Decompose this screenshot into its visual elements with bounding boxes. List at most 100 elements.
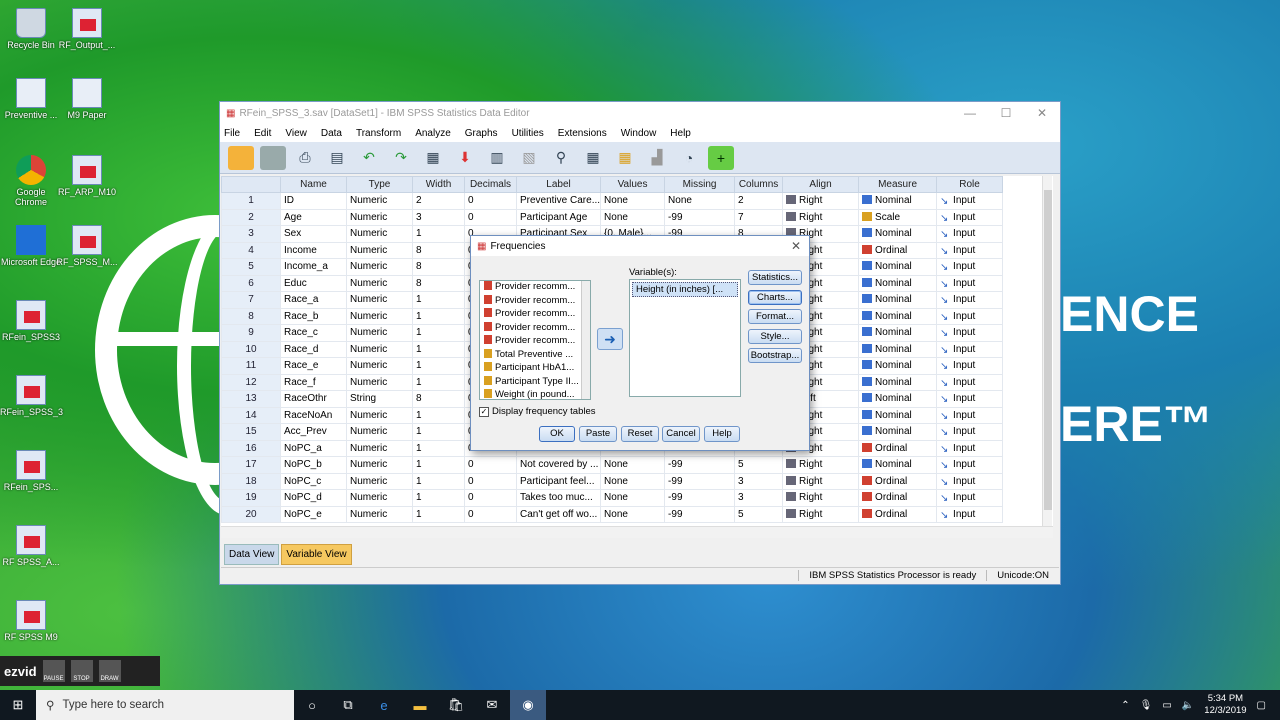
column-header-role[interactable]: Role bbox=[936, 176, 1004, 193]
desktop-icon-grid[interactable]: RF_ARP_M10 bbox=[56, 155, 118, 197]
cell[interactable]: Numeric bbox=[346, 505, 413, 523]
tab-variable-view[interactable]: Variable View bbox=[281, 544, 352, 565]
desktop-icon-bin[interactable]: Recycle Bin bbox=[0, 8, 62, 50]
source-list-item[interactable]: Provider recomm... bbox=[480, 321, 590, 336]
cell[interactable]: Educ bbox=[280, 274, 347, 292]
recall-dialog-icon[interactable]: ▤ bbox=[324, 146, 350, 170]
cell[interactable]: 1 bbox=[412, 472, 465, 490]
cell[interactable]: Numeric bbox=[346, 258, 413, 276]
desktop-icon-grid[interactable]: RF SPSS_A... bbox=[0, 525, 62, 567]
source-list-item[interactable]: Weight (in pound... bbox=[480, 389, 590, 403]
checkbox-check-icon[interactable]: ✓ bbox=[479, 406, 489, 417]
cell[interactable]: ↘ Input bbox=[936, 472, 1004, 490]
cell[interactable]: 0 bbox=[464, 472, 517, 490]
cell[interactable]: Numeric bbox=[346, 472, 413, 490]
cell[interactable]: Nominal bbox=[858, 291, 938, 309]
charts-button[interactable]: Charts... bbox=[748, 289, 802, 305]
cell[interactable]: Race_b bbox=[280, 307, 347, 325]
cell[interactable]: 0 bbox=[464, 456, 517, 474]
desktop-icon-grid[interactable]: RF SPSS M9 bbox=[0, 600, 62, 642]
column-header-decimals[interactable]: Decimals bbox=[464, 176, 517, 193]
desktop-icon-doc[interactable]: M9 Paper bbox=[56, 78, 118, 120]
row-number[interactable]: 19 bbox=[221, 489, 281, 507]
cell[interactable]: None bbox=[600, 456, 666, 474]
cell[interactable]: -99 bbox=[664, 208, 736, 226]
selected-variable-list[interactable]: Height (in inches) [... bbox=[629, 279, 741, 397]
paste-button[interactable]: Paste bbox=[579, 426, 617, 442]
column-header-label[interactable]: Label bbox=[515, 176, 602, 193]
menu-file[interactable]: File bbox=[224, 128, 240, 139]
source-list-item[interactable]: Participant HbA1... bbox=[480, 362, 590, 376]
cell[interactable]: 1 bbox=[412, 225, 465, 243]
cell[interactable]: Numeric bbox=[346, 340, 413, 358]
cell[interactable]: Can't get off wo... bbox=[515, 505, 602, 523]
undo-icon[interactable]: ↶ bbox=[356, 146, 382, 170]
menu-utilities[interactable]: Utilities bbox=[512, 128, 544, 139]
volume-icon[interactable]: 🔈 bbox=[1182, 700, 1194, 711]
cell[interactable]: ↘ Input bbox=[936, 225, 1004, 243]
recorder-stop-button[interactable]: STOP bbox=[70, 660, 93, 682]
cell[interactable]: -99 bbox=[664, 489, 736, 507]
cell[interactable]: Ordinal bbox=[858, 241, 938, 259]
cell[interactable]: 1 bbox=[412, 456, 465, 474]
cell[interactable]: Right bbox=[782, 192, 860, 210]
menu-edit[interactable]: Edit bbox=[254, 128, 271, 139]
tab-data-view[interactable]: Data View bbox=[224, 544, 280, 565]
menu-data[interactable]: Data bbox=[321, 128, 342, 139]
cell[interactable]: 1 bbox=[412, 357, 465, 375]
cell[interactable]: Nominal bbox=[858, 357, 938, 375]
bootstrap-button[interactable]: Bootstrap... bbox=[748, 348, 802, 363]
cell[interactable]: 8 bbox=[412, 241, 465, 259]
row-number[interactable]: 12 bbox=[221, 373, 281, 391]
edge-taskbar-icon[interactable]: e bbox=[366, 690, 402, 720]
cell[interactable]: -99 bbox=[664, 472, 736, 490]
cell[interactable]: Age bbox=[280, 208, 347, 226]
row-number[interactable]: 16 bbox=[221, 439, 281, 457]
store-icon[interactable]: 🛍 bbox=[438, 690, 474, 720]
variables-icon[interactable]: ▥ bbox=[484, 146, 510, 170]
dialog-close-icon[interactable]: ✕ bbox=[791, 239, 801, 253]
cell[interactable]: Numeric bbox=[346, 439, 413, 457]
row-number[interactable]: 14 bbox=[221, 406, 281, 424]
cell[interactable]: ID bbox=[280, 192, 347, 210]
ok-button[interactable]: OK bbox=[539, 426, 575, 442]
cell[interactable]: Right bbox=[782, 472, 860, 490]
cell[interactable]: NoPC_e bbox=[280, 505, 347, 523]
cell[interactable]: NoPC_b bbox=[280, 456, 347, 474]
cell[interactable]: 1 bbox=[412, 505, 465, 523]
cell[interactable]: 5 bbox=[734, 505, 784, 523]
cell[interactable]: Preventive Care... bbox=[515, 192, 602, 210]
cell[interactable]: Right bbox=[782, 489, 860, 507]
cell[interactable]: ↘ Input bbox=[936, 291, 1004, 309]
cell[interactable]: Participant Age bbox=[515, 208, 602, 226]
cell[interactable]: -99 bbox=[664, 505, 736, 523]
cell[interactable]: ↘ Input bbox=[936, 324, 1004, 342]
cell[interactable]: Numeric bbox=[346, 291, 413, 309]
cell[interactable]: Numeric bbox=[346, 373, 413, 391]
task-view-icon[interactable]: ⧉ bbox=[330, 690, 366, 720]
cell[interactable]: Income bbox=[280, 241, 347, 259]
horizontal-scrollbar[interactable] bbox=[221, 526, 1053, 538]
cell[interactable]: ↘ Input bbox=[936, 373, 1004, 391]
row-number[interactable]: 4 bbox=[221, 241, 281, 259]
menu-window[interactable]: Window bbox=[621, 128, 657, 139]
cell[interactable]: RaceOthr bbox=[280, 390, 347, 408]
insert-cases-icon[interactable]: ▦ bbox=[580, 146, 606, 170]
cell[interactable]: NoPC_d bbox=[280, 489, 347, 507]
recorder-pause-button[interactable]: PAUSE bbox=[42, 660, 65, 682]
cell[interactable]: Scale bbox=[858, 208, 938, 226]
column-header-missing[interactable]: Missing bbox=[664, 176, 736, 193]
cell[interactable]: 5 bbox=[734, 456, 784, 474]
cell[interactable]: ↘ Input bbox=[936, 357, 1004, 375]
corner-header[interactable] bbox=[221, 176, 281, 193]
taskbar-search-box[interactable]: ⚲ Type here to search bbox=[36, 690, 294, 720]
cell[interactable]: Numeric bbox=[346, 423, 413, 441]
cell[interactable]: 1 bbox=[412, 406, 465, 424]
cell[interactable]: None bbox=[600, 192, 666, 210]
row-number[interactable]: 3 bbox=[221, 225, 281, 243]
cell[interactable]: ↘ Input bbox=[936, 489, 1004, 507]
cell[interactable]: None bbox=[600, 505, 666, 523]
cell[interactable]: Right bbox=[782, 208, 860, 226]
microphone-icon[interactable]: 🎙 bbox=[1140, 700, 1153, 711]
cell[interactable]: ↘ Input bbox=[936, 505, 1004, 523]
